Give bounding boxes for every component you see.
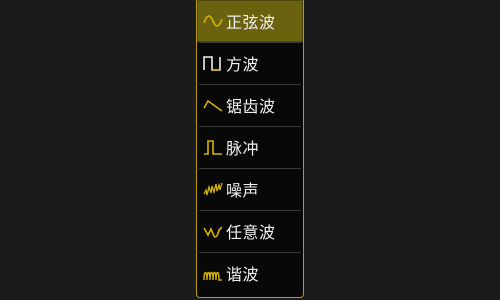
pulse-wave-icon [204,140,222,155]
sine-wave-icon [203,15,223,27]
harmonic-wave-icon [203,271,222,281]
menu-item-sawtooth[interactable]: 锯齿波 [197,84,303,126]
arbitrary-wave-icon [203,226,223,238]
menu-item-harmonic[interactable]: 谐波 [197,252,303,294]
menu-item-square[interactable]: 方波 [197,42,303,84]
screen-background: 正弦波 方波 锯齿波 脉冲 噪声 任意波 谐波 [0,0,500,300]
sawtooth-wave-icon [203,99,223,112]
noise-wave-icon [203,182,223,196]
menu-item-noise[interactable]: 噪声 [197,168,303,210]
menu-item-arbitrary[interactable]: 任意波 [197,210,303,252]
menu-item-label: 方波 [226,55,260,74]
menu-item-label: 噪声 [226,181,260,200]
menu-item-label: 谐波 [226,265,260,284]
menu-item-label: 脉冲 [226,139,260,158]
menu-item-label: 正弦波 [226,13,276,32]
square-wave-icon [203,56,221,71]
menu-item-pulse[interactable]: 脉冲 [197,126,303,168]
menu-item-label: 任意波 [226,223,276,242]
waveform-menu: 正弦波 方波 锯齿波 脉冲 噪声 任意波 谐波 [196,0,304,298]
menu-item-label: 锯齿波 [226,97,276,116]
menu-item-sine[interactable]: 正弦波 [197,0,303,42]
